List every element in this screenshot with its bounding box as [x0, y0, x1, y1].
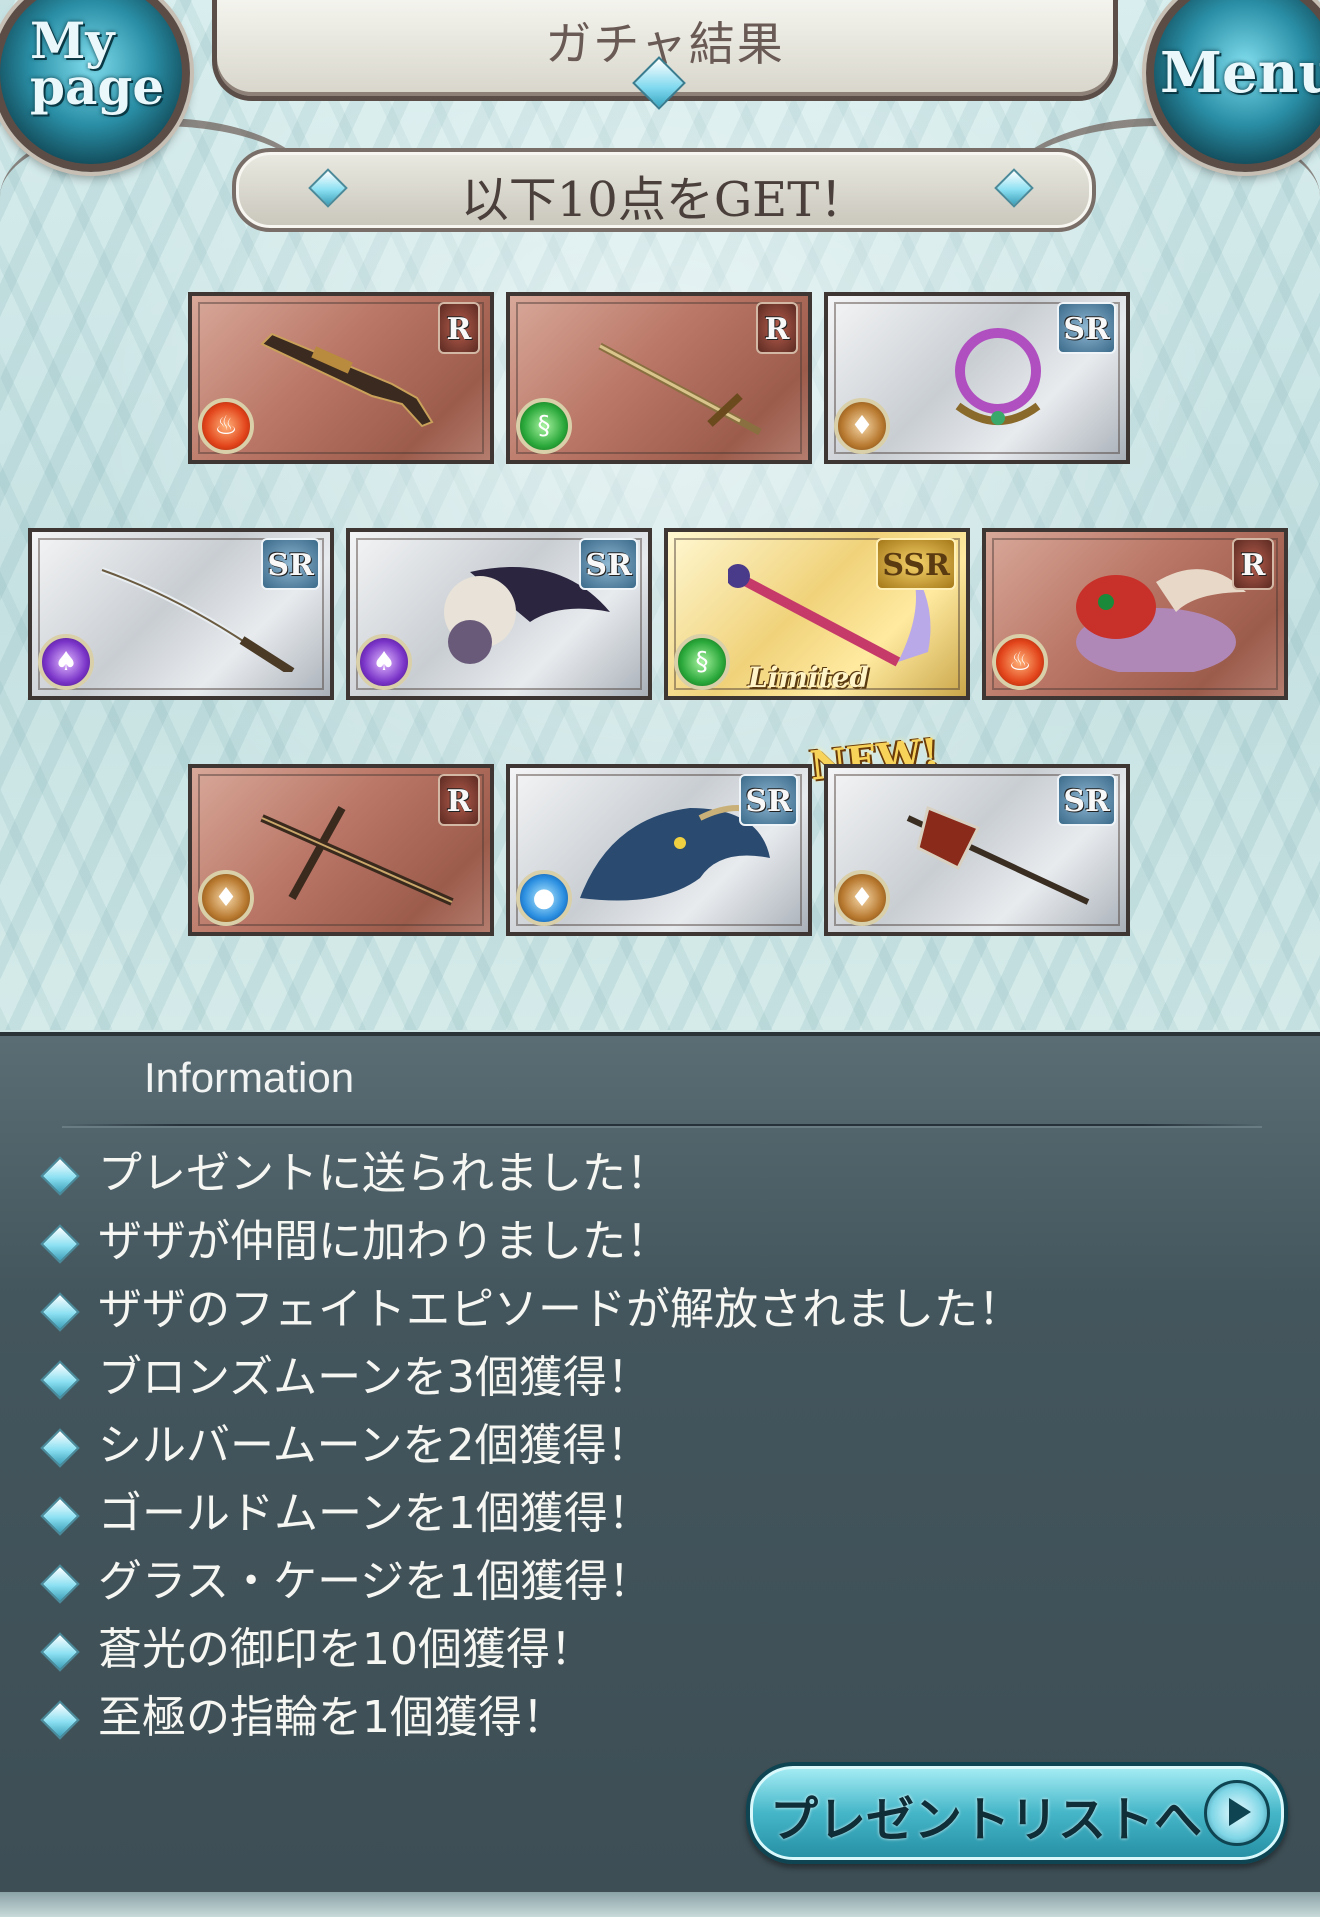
list-item: グラス・ケージを1個獲得！ [32, 1548, 1022, 1616]
rarity-badge: R [756, 302, 798, 354]
result-banner: 以下10点をGET！ [232, 148, 1096, 232]
rarity-badge: R [1232, 538, 1274, 590]
rarity-badge: SR [1057, 302, 1116, 354]
item-card-7[interactable]: R ♨ [982, 528, 1288, 700]
rarity-badge: R [438, 774, 480, 826]
list-item: ザザが仲間に加わりました！ [32, 1208, 1022, 1276]
earth-element-icon: ♦ [834, 398, 890, 454]
list-item: シルバームーンを2個獲得！ [32, 1412, 1022, 1480]
item-card-10[interactable]: SR ♦ [824, 764, 1130, 936]
rarity-badge: R [438, 302, 480, 354]
present-list-label: プレゼントリストへ [770, 1792, 1203, 1848]
limited-badge: Limited [748, 661, 869, 694]
diamond-icon [40, 1360, 80, 1400]
menu-label: Menu [1160, 40, 1320, 106]
rarity-badge: SR [579, 538, 638, 590]
information-title: Information [144, 1054, 355, 1101]
bottom-strip [0, 1892, 1320, 1917]
item-card-8[interactable]: R ♦ [188, 764, 494, 936]
dark-element-icon: ♠ [38, 634, 94, 690]
rarity-badge: SSR [876, 538, 956, 590]
diamond-icon [40, 1564, 80, 1604]
item-card-9[interactable]: SR ● [506, 764, 812, 936]
diamond-icon [40, 1156, 80, 1196]
sword-icon [598, 342, 762, 436]
mypage-label-line2: page [30, 57, 165, 116]
wind-element-icon: § [516, 398, 572, 454]
diamond-icon [40, 1496, 80, 1536]
rarity-badge: SR [739, 774, 798, 826]
water-element-icon: ● [516, 870, 572, 926]
list-item: プレゼントに送られました！ [32, 1140, 1022, 1208]
rods-icon [260, 806, 454, 906]
fire-element-icon: ♨ [198, 398, 254, 454]
earth-element-icon: ♦ [834, 870, 890, 926]
diamond-icon [40, 1224, 80, 1264]
divider [62, 1124, 1262, 1126]
item-card-1[interactable]: R ♨ [188, 292, 494, 464]
diamond-icon [40, 1292, 80, 1332]
earth-element-icon: ♦ [198, 870, 254, 926]
dark-element-icon: ♠ [356, 634, 412, 690]
beast-summon-icon [1076, 569, 1246, 672]
present-list-button[interactable]: プレゼントリストへ [746, 1762, 1288, 1864]
play-arrow-icon [1204, 1780, 1270, 1846]
item-card-6[interactable]: SSR § Limited [664, 528, 970, 700]
rarity-badge: SR [1057, 774, 1116, 826]
list-item: 至極の指輪を1個獲得！ [32, 1684, 1022, 1752]
diamond-icon [40, 1428, 80, 1468]
item-card-4[interactable]: SR ♠ [28, 528, 334, 700]
item-card-5[interactable]: SR ♠ [346, 528, 652, 700]
information-list: プレゼントに送られました！ ザザが仲間に加わりました！ ザザのフェイトエピソード… [32, 1140, 1022, 1752]
fire-element-icon: ♨ [992, 634, 1048, 690]
gun-icon [260, 332, 434, 428]
list-item: ザザのフェイトエピソードが解放されました！ [32, 1276, 1022, 1344]
diamond-icon [40, 1700, 80, 1740]
rarity-badge: SR [261, 538, 320, 590]
diamond-icon [40, 1632, 80, 1672]
result-banner-text: 以下10点をGET！ [460, 172, 868, 228]
list-item: ブロンズムーンを3個獲得！ [32, 1344, 1022, 1412]
list-item: ゴールドムーンを1個獲得！ [32, 1480, 1022, 1548]
list-item: 蒼光の御印を10個獲得！ [32, 1616, 1022, 1684]
item-card-2[interactable]: R § [506, 292, 812, 464]
item-card-3[interactable]: SR ♦ [824, 292, 1130, 464]
wind-element-icon: § [674, 634, 730, 690]
